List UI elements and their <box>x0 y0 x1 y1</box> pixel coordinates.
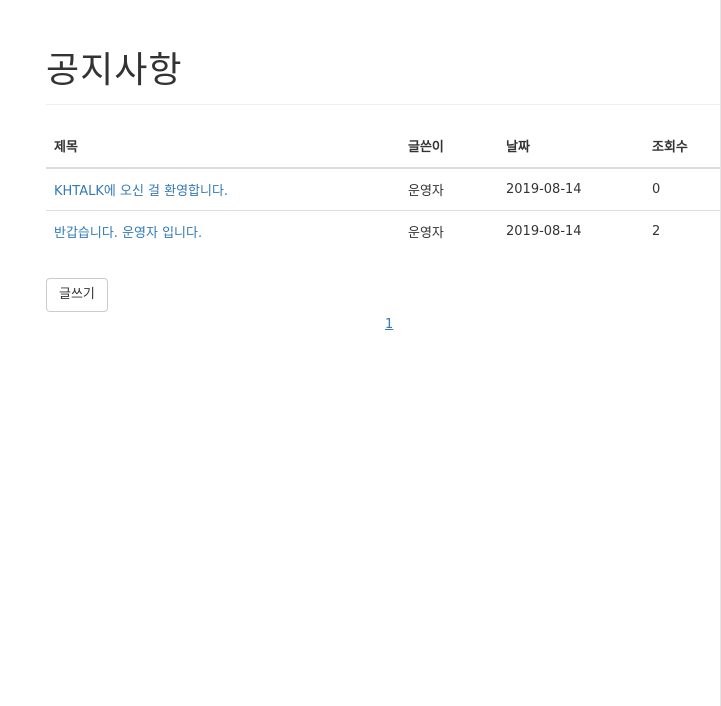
table-row: 반갑습니다. 운영자 입니다. 운영자 2019-08-14 2 <box>46 211 720 253</box>
row-date: 2019-08-14 <box>506 224 582 239</box>
notice-board-page: 공지사항 제목 글쓴이 날짜 조회수 KHTALK에 오신 걸 환영합니다. 운… <box>0 0 721 706</box>
title-divider <box>46 104 720 105</box>
header-title: 제목 <box>46 123 400 169</box>
page-link-1[interactable]: 1 <box>385 317 393 332</box>
post-title-link[interactable]: KHTALK에 오신 걸 환영합니다. <box>54 184 228 199</box>
write-post-button[interactable]: 글쓰기 <box>46 278 108 312</box>
row-title-cell: KHTALK에 오신 걸 환영합니다. <box>46 168 400 211</box>
header-views: 조회수 <box>644 123 720 169</box>
notice-table: 제목 글쓴이 날짜 조회수 KHTALK에 오신 걸 환영합니다. 운영자 20… <box>46 123 720 252</box>
row-views: 0 <box>644 168 720 211</box>
header-writer: 글쓴이 <box>400 123 498 169</box>
pagination: 1 <box>385 317 393 332</box>
header-date: 날짜 <box>498 123 644 169</box>
table-row: KHTALK에 오신 걸 환영합니다. 운영자 2019-08-14 0 <box>46 168 720 211</box>
row-date: 2019-08-14 <box>498 168 644 211</box>
board-container: 공지사항 제목 글쓴이 날짜 조회수 KHTALK에 오신 걸 환영합니다. 운… <box>46 0 720 312</box>
row-views: 2 <box>652 224 661 239</box>
post-title-link[interactable]: 반갑습니다. 운영자 입니다. <box>54 226 202 241</box>
row-writer: 운영자 <box>408 226 444 241</box>
row-writer: 운영자 <box>400 168 498 211</box>
page-title: 공지사항 <box>46 50 183 91</box>
table-header-row: 제목 글쓴이 날짜 조회수 <box>46 123 720 169</box>
row-title-cell: 반갑습니다. 운영자 입니다. <box>46 211 400 253</box>
